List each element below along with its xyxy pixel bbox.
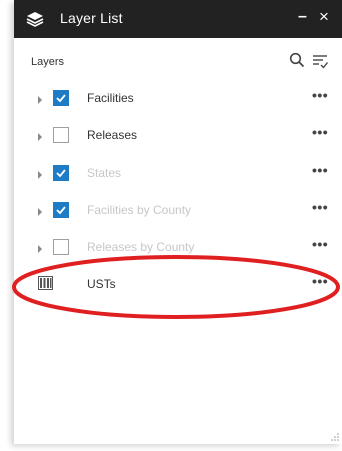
title-bar[interactable]: Layer List – × bbox=[14, 0, 342, 38]
more-options-button[interactable]: ••• bbox=[312, 124, 328, 140]
expand-arrow-icon[interactable] bbox=[38, 245, 42, 253]
close-button[interactable]: × bbox=[319, 7, 329, 27]
layer-label: Releases bbox=[87, 128, 138, 142]
table-icon bbox=[38, 276, 53, 290]
layer-label: Facilities bbox=[87, 91, 134, 105]
layer-checkbox[interactable] bbox=[53, 239, 69, 255]
more-options-button[interactable]: ••• bbox=[312, 273, 328, 289]
expand-arrow-icon[interactable] bbox=[38, 208, 42, 216]
layer-row[interactable]: States ••• bbox=[14, 161, 342, 191]
layer-label: Releases by County bbox=[87, 240, 195, 254]
layers-header: Layers bbox=[14, 46, 342, 74]
more-options-button[interactable]: ••• bbox=[312, 162, 328, 178]
expand-arrow-icon[interactable] bbox=[38, 171, 42, 179]
layer-row[interactable]: Releases by County ••• bbox=[14, 235, 342, 265]
filter-list-icon[interactable] bbox=[311, 52, 329, 70]
layer-checkbox[interactable] bbox=[53, 165, 69, 181]
minimize-button[interactable]: – bbox=[298, 8, 307, 26]
layer-label: Facilities by County bbox=[87, 203, 192, 217]
layer-checkbox[interactable] bbox=[53, 127, 69, 143]
search-icon[interactable] bbox=[289, 52, 305, 68]
checkmark-icon bbox=[56, 169, 66, 178]
checkmark-icon bbox=[56, 206, 66, 215]
expand-arrow-icon[interactable] bbox=[38, 96, 42, 104]
resize-grip-icon[interactable] bbox=[330, 432, 340, 442]
layer-list-panel: Layer List – × Layers Facilities ••• Rel… bbox=[14, 0, 342, 444]
layer-row[interactable]: Facilities ••• bbox=[14, 86, 342, 116]
more-options-button[interactable]: ••• bbox=[312, 199, 328, 215]
layers-stack-icon bbox=[26, 12, 44, 27]
layer-checkbox[interactable] bbox=[53, 202, 69, 218]
expand-arrow-icon[interactable] bbox=[38, 133, 42, 141]
layer-checkbox[interactable] bbox=[53, 90, 69, 106]
layer-row-usts[interactable]: USTs ••• bbox=[14, 272, 342, 302]
checkmark-icon bbox=[56, 94, 66, 103]
layer-label: States bbox=[87, 166, 122, 180]
layer-label: USTs bbox=[87, 277, 116, 291]
more-options-button[interactable]: ••• bbox=[312, 87, 328, 103]
layer-row[interactable]: Facilities by County ••• bbox=[14, 198, 342, 228]
more-options-button[interactable]: ••• bbox=[312, 236, 328, 252]
window-title: Layer List bbox=[60, 10, 123, 26]
layer-row[interactable]: Releases ••• bbox=[14, 123, 342, 153]
layers-heading: Layers bbox=[31, 56, 65, 68]
